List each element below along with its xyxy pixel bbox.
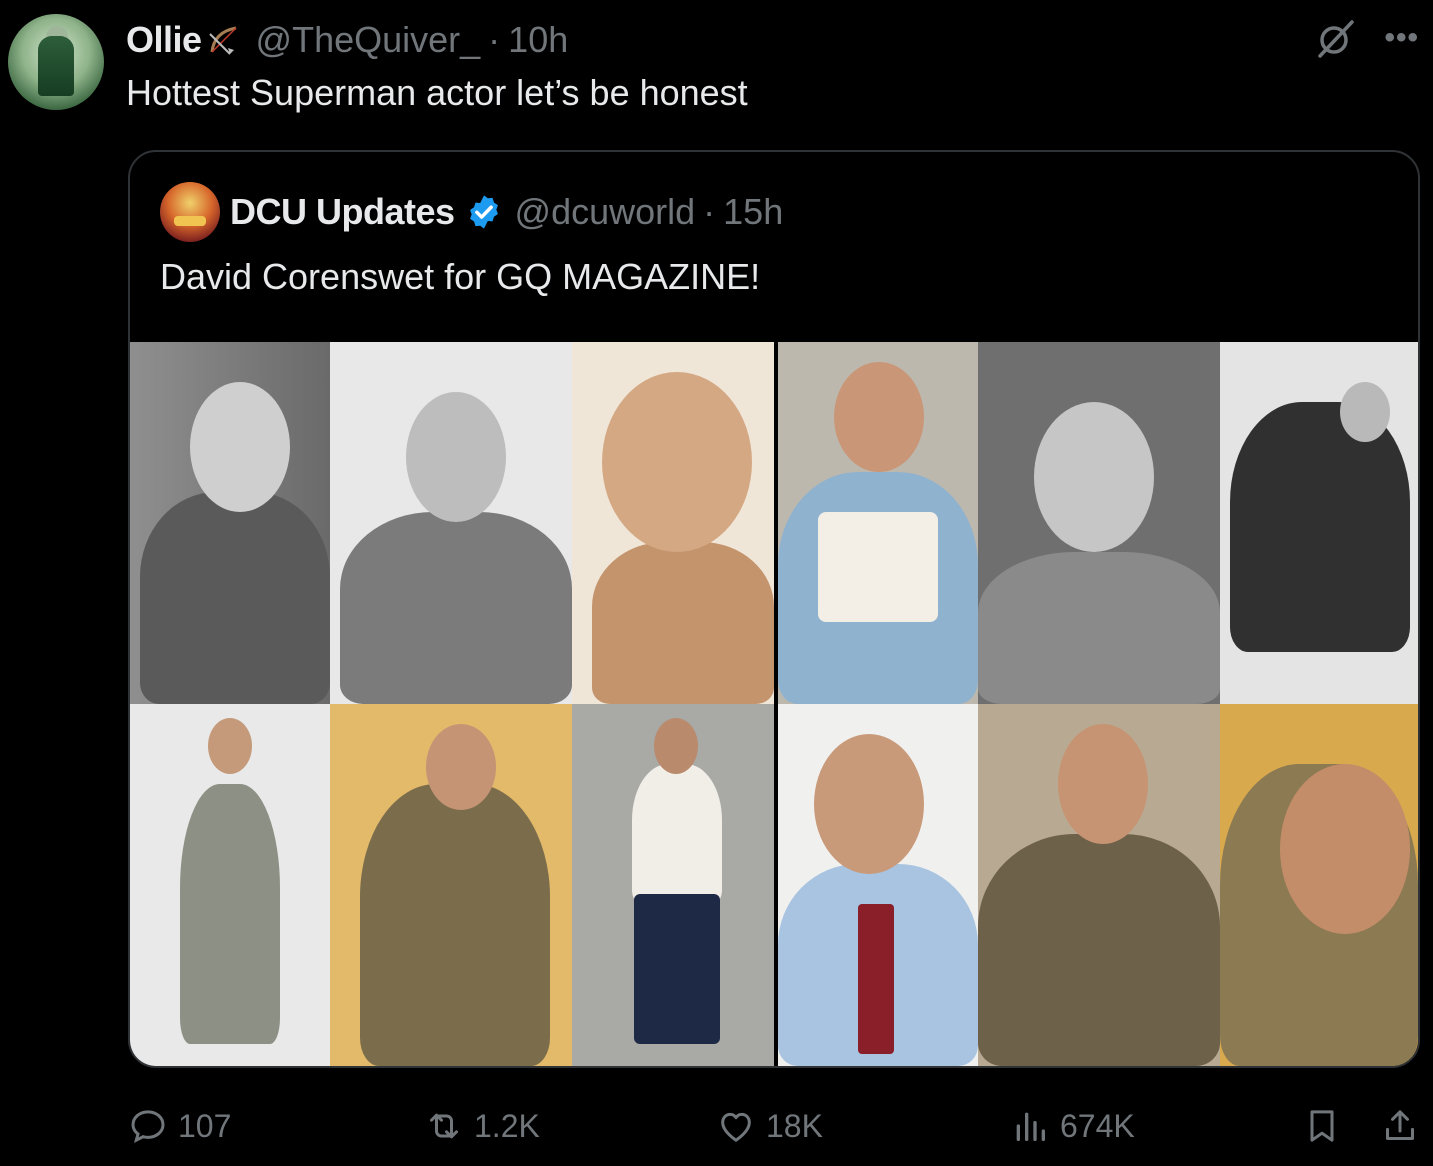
- photo: [130, 704, 330, 1066]
- quote-author-handle[interactable]: @dcuworld: [515, 191, 696, 233]
- reply-icon: [131, 1110, 165, 1144]
- author-avatar[interactable]: [8, 14, 104, 110]
- quote-author-name[interactable]: DCU Updates: [230, 191, 455, 233]
- quote-text: David Corenswet for GQ MAGAZINE!: [160, 256, 761, 297]
- reply-button[interactable]: 107: [128, 1106, 231, 1146]
- photo: [330, 342, 572, 704]
- separator-dot: ·: [488, 19, 501, 60]
- repost-count: 1.2K: [474, 1107, 540, 1144]
- action-bar: 107 1.2K 18K 674K: [0, 1100, 1433, 1160]
- separator-dot: ·: [703, 191, 716, 232]
- tweet-time[interactable]: 10h: [508, 19, 568, 61]
- share-icon: [1386, 1110, 1414, 1140]
- quoted-tweet[interactable]: DCU Updates @dcuworld · 15h David Corens…: [128, 150, 1420, 1068]
- share-button[interactable]: [1380, 1106, 1430, 1146]
- author-name[interactable]: Ollie: [126, 19, 202, 61]
- tweet-top-actions: •••: [1314, 16, 1419, 60]
- tweet: Ollie @TheQuiver_ · 10h ••• Hottest Supe…: [0, 0, 1433, 1166]
- photo-collage-left[interactable]: [130, 342, 774, 1066]
- photo: [572, 342, 774, 704]
- bookmark-icon: [1310, 1110, 1334, 1142]
- like-icon: [721, 1112, 751, 1142]
- quote-header: DCU Updates @dcuworld · 15h: [230, 188, 783, 236]
- tweet-header: Ollie @TheQuiver_ · 10h: [126, 18, 568, 62]
- reply-count: 107: [178, 1107, 232, 1144]
- photo: [978, 342, 1220, 704]
- photo: [572, 704, 774, 1066]
- bookmark-button[interactable]: [1302, 1106, 1352, 1146]
- photo: [778, 704, 978, 1066]
- more-icon[interactable]: •••: [1384, 21, 1419, 55]
- photo-collage-right[interactable]: [778, 342, 1418, 1066]
- grok-icon[interactable]: [1314, 16, 1358, 60]
- views-count: 674K: [1060, 1107, 1135, 1144]
- tweet-text: Hottest Superman actor let’s be honest: [126, 72, 748, 113]
- views-icon: [1016, 1112, 1045, 1141]
- quote-media[interactable]: [130, 342, 1418, 1066]
- quote-time[interactable]: 15h: [723, 191, 783, 233]
- photo: [1220, 704, 1418, 1066]
- quote-author-avatar[interactable]: [160, 182, 220, 242]
- like-count: 18K: [766, 1107, 823, 1144]
- repost-icon: [430, 1113, 458, 1139]
- verified-icon: [469, 195, 498, 229]
- author-handle[interactable]: @TheQuiver_: [256, 19, 481, 61]
- photo: [778, 342, 978, 704]
- photo: [978, 704, 1220, 1066]
- photo: [1220, 342, 1418, 704]
- photo: [330, 704, 572, 1066]
- photo: [130, 342, 330, 704]
- bow-arrow-icon: [208, 26, 237, 55]
- repost-button[interactable]: 1.2K: [424, 1106, 540, 1146]
- views-button[interactable]: 674K: [1010, 1106, 1135, 1146]
- like-button[interactable]: 18K: [716, 1106, 823, 1146]
